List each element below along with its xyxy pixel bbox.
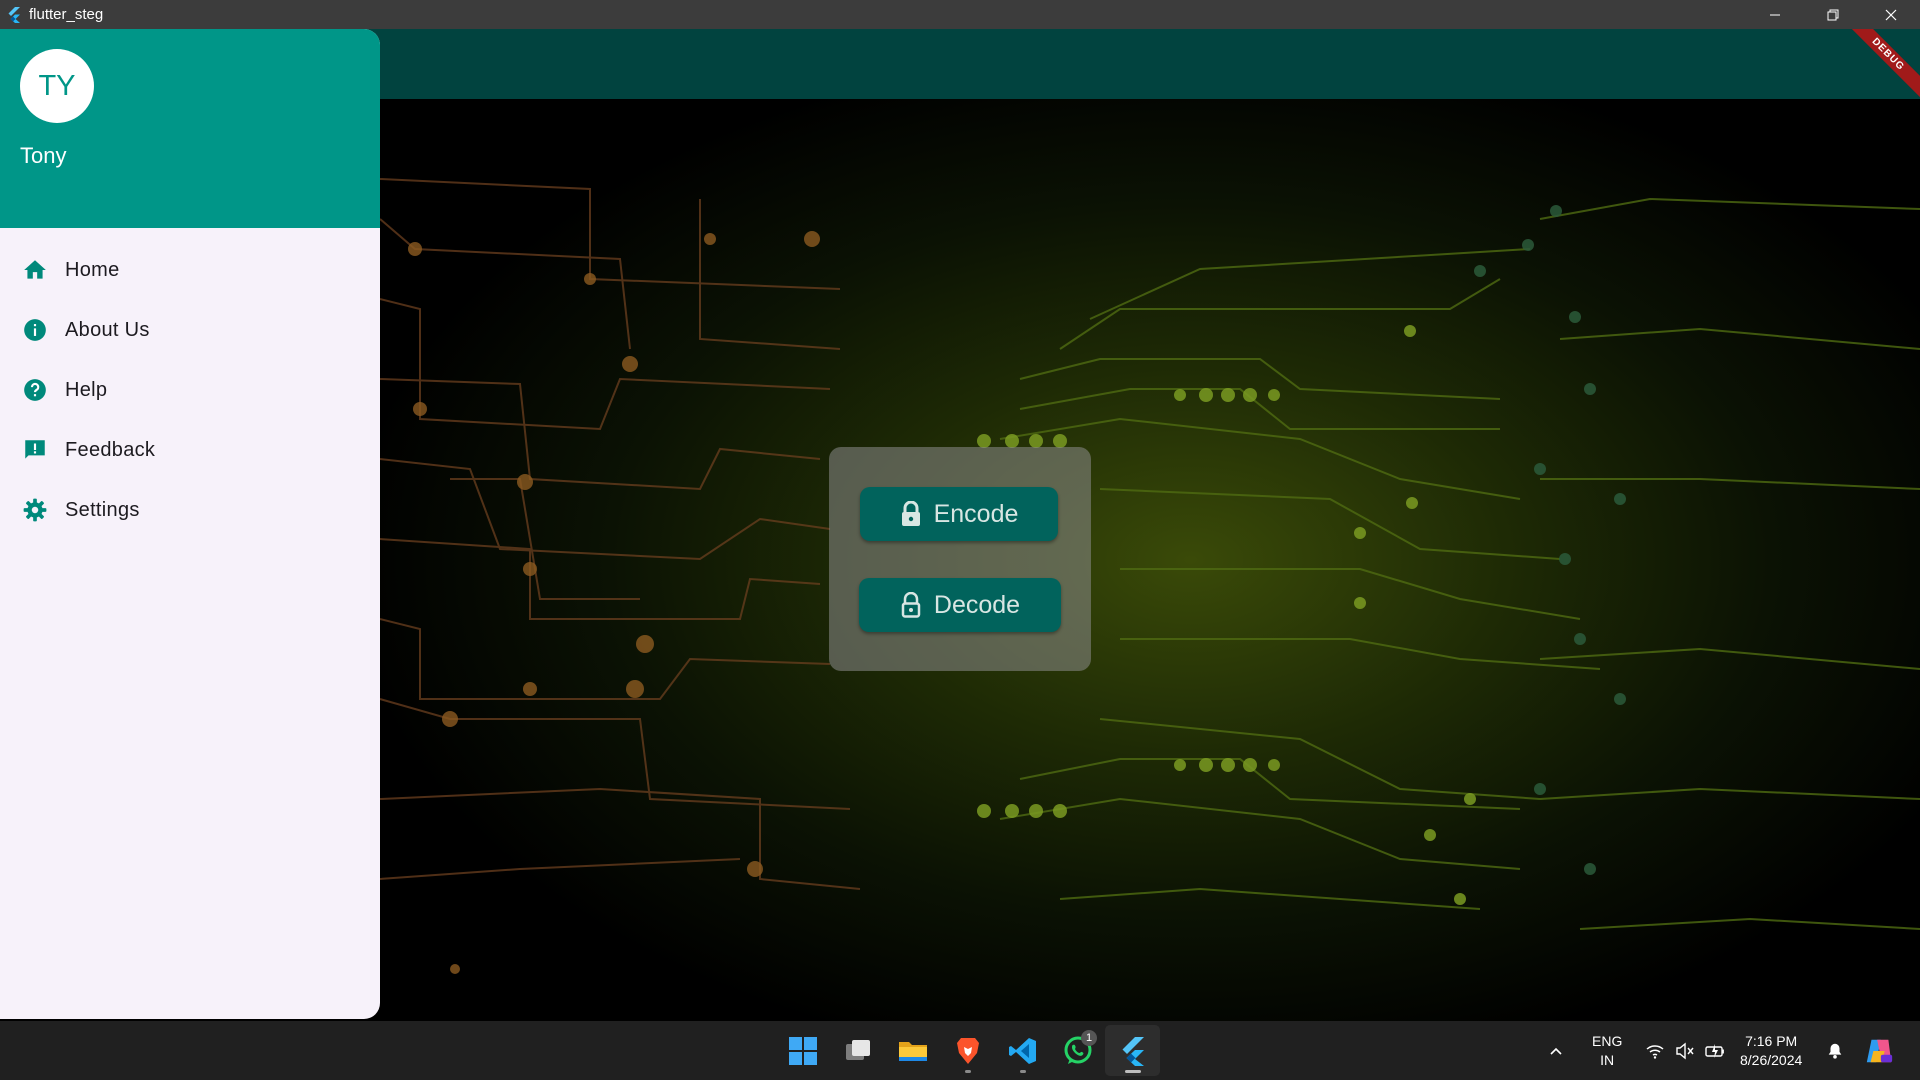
close-button[interactable] [1862,0,1920,29]
windows-taskbar: 1 ENG IN 7:16 PM 8/26/2024 [0,1021,1920,1080]
file-explorer-icon [898,1041,927,1061]
minimize-button[interactable] [1746,0,1804,29]
navigation-drawer: TY Tony Home About Us Help Feedback Sett… [0,29,380,1019]
language-code: ENG [1592,1032,1623,1049]
restore-icon [1827,9,1839,20]
wifi-icon [1646,1044,1664,1059]
file-explorer-button[interactable] [885,1025,940,1076]
restore-button[interactable] [1804,0,1862,29]
clock[interactable]: 7:16 PM 8/26/2024 [1740,1021,1802,1080]
bell-icon [1828,1043,1842,1059]
whatsapp-notification-badge: 1 [1081,1030,1097,1046]
brave-browser-button[interactable] [940,1025,995,1076]
copilot-button[interactable] [1864,1021,1894,1080]
task-view-icon [845,1039,870,1060]
drawer-item-feedback[interactable]: Feedback [0,420,380,480]
drawer-item-label: About Us [65,318,150,341]
drawer-menu: Home About Us Help Feedback Settings [0,228,380,540]
clock-date: 8/26/2024 [1740,1051,1803,1068]
lock-icon [901,501,920,526]
decode-label: Decode [933,590,1021,619]
help-icon [24,379,46,401]
debug-banner: DEBUG [1840,29,1920,109]
flutter-logo-icon [8,6,20,23]
clock-time: 7:16 PM [1745,1032,1798,1049]
start-button[interactable] [775,1025,830,1076]
lock-open-outline-icon [901,592,921,618]
window-titlebar: flutter_steg [0,0,1920,29]
task-view-button[interactable] [830,1025,885,1076]
settings-icon [23,498,47,522]
decode-button[interactable]: Decode [859,578,1061,632]
user-name: Tony [20,143,67,168]
drawer-item-label: Feedback [65,438,156,461]
show-hidden-icons-button[interactable] [1548,1021,1564,1080]
action-card: Encode Decode [829,447,1091,671]
flutter-app-button[interactable] [1105,1025,1160,1076]
battery-charging-icon [1705,1043,1724,1058]
drawer-item-about-us[interactable]: About Us [0,300,380,360]
drawer-item-label: Settings [65,498,140,521]
encode-button[interactable]: Encode [860,487,1058,541]
drawer-item-label: Home [65,258,120,281]
system-status-group[interactable] [1645,1021,1725,1080]
feedback-icon [25,440,45,459]
drawer-item-label: Help [65,378,108,401]
drawer-item-help[interactable]: Help [0,360,380,420]
chevron-up-icon [1550,1047,1562,1055]
copilot-icon [1866,1039,1893,1062]
vscode-button[interactable] [995,1025,1050,1076]
close-icon [1885,9,1897,20]
brave-browser-icon [956,1037,979,1064]
minimize-icon [1770,14,1780,15]
windows-start-icon [788,1036,817,1065]
debug-ribbon: DEBUG [1840,29,1920,103]
app-window: DEBUG Encode Decode TY Tony Home About U… [0,29,1920,1021]
window-title: flutter_steg [29,6,104,23]
notifications-button[interactable] [1826,1021,1844,1080]
drawer-item-settings[interactable]: Settings [0,480,380,540]
volume-muted-icon [1676,1042,1694,1059]
whatsapp-button[interactable]: 1 [1050,1025,1105,1076]
info-icon [24,319,46,341]
region-code: IN [1600,1051,1615,1068]
language-indicator[interactable]: ENG IN [1592,1021,1622,1080]
drawer-header: TY Tony [0,29,380,228]
encode-label: Encode [933,499,1019,528]
home-icon [24,260,46,279]
avatar[interactable]: TY [20,49,94,123]
vscode-icon [1008,1037,1036,1064]
flutter-app-icon [1122,1036,1144,1066]
drawer-item-home[interactable]: Home [0,240,380,300]
